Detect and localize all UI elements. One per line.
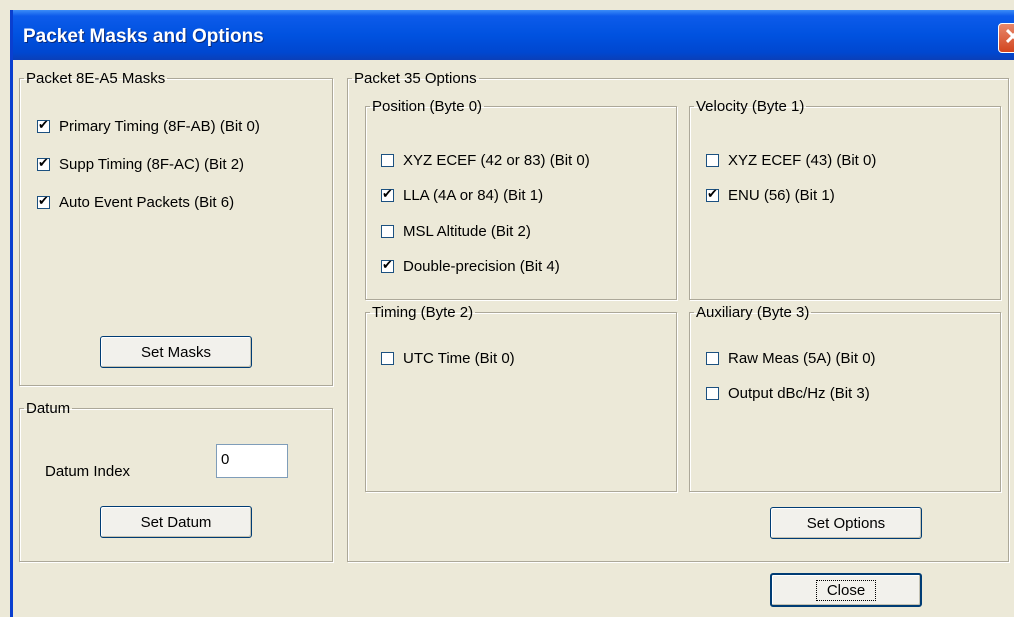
datum-index-label: Datum Index (45, 463, 131, 480)
checkbox-label: Double-precision (Bit 4) (403, 258, 560, 275)
close-button-label: Close (815, 579, 877, 601)
checkbox-box[interactable] (37, 155, 50, 171)
checkbox-label: Supp Timing (8F-AC) (Bit 2) (59, 156, 245, 173)
checkbox-box[interactable] (381, 352, 394, 365)
close-window-icon[interactable]: ✕ (998, 23, 1014, 53)
checkbox-label: Raw Meas (5A) (Bit 0) (728, 350, 876, 367)
checkbox-msl-altitude[interactable]: MSL Altitude (Bit 2) (381, 223, 531, 243)
checkbox-label: MSL Altitude (Bit 2) (403, 223, 531, 240)
auxiliary-group-legend: Auxiliary (Byte 3) (696, 304, 810, 321)
checkbox-primary-timing[interactable]: Primary Timing (8F-AB) (Bit 0) (37, 117, 260, 138)
checkbox-lla[interactable]: LLA (4A or 84) (Bit 1) (381, 186, 544, 207)
packet35-options-legend: Packet 35 Options (354, 70, 477, 87)
checkbox-label: XYZ ECEF (42 or 83) (Bit 0) (403, 152, 590, 169)
checkbox-box[interactable] (706, 387, 719, 400)
checkbox-double-precision[interactable]: Double-precision (Bit 4) (381, 257, 560, 278)
packet-masks-dialog: Packet Masks and Options ✕ Packet 8E-A5 … (10, 10, 1014, 617)
checkbox-auto-event-packets[interactable]: Auto Event Packets (Bit 6) (37, 193, 235, 214)
checkbox-output-dbc-hz[interactable]: Output dBc/Hz (Bit 3) (706, 385, 870, 405)
timing-group-legend: Timing (Byte 2) (372, 304, 474, 321)
position-group-legend: Position (Byte 0) (372, 98, 483, 115)
checkbox-label: XYZ ECEF (43) (Bit 0) (728, 152, 877, 169)
checkbox-label: LLA (4A or 84) (Bit 1) (403, 187, 544, 204)
set-options-button[interactable]: Set Options (770, 507, 922, 539)
velocity-group-legend: Velocity (Byte 1) (696, 98, 805, 115)
checkbox-label: ENU (56) (Bit 1) (728, 187, 835, 204)
checkbox-box[interactable] (706, 154, 719, 167)
checkbox-box[interactable] (706, 186, 719, 202)
set-masks-button[interactable]: Set Masks (100, 336, 252, 368)
checkbox-velocity-xyz-ecef[interactable]: XYZ ECEF (43) (Bit 0) (706, 152, 876, 172)
dialog-client-area: Packet 8E-A5 Masks Primary Timing (8F-AB… (13, 60, 1014, 617)
checkbox-utc-time[interactable]: UTC Time (Bit 0) (381, 350, 515, 370)
checkbox-box[interactable] (37, 193, 50, 209)
checkbox-box[interactable] (37, 117, 50, 133)
checkbox-box[interactable] (381, 186, 394, 202)
checkbox-xyz-ecef-42[interactable]: XYZ ECEF (42 or 83) (Bit 0) (381, 152, 590, 172)
set-datum-button[interactable]: Set Datum (100, 506, 252, 538)
checkbox-box[interactable] (381, 225, 394, 238)
checkbox-raw-meas[interactable]: Raw Meas (5A) (Bit 0) (706, 350, 876, 370)
datum-index-input[interactable]: 0 (216, 444, 288, 478)
window-title: Packet Masks and Options (23, 26, 264, 47)
masks-group-legend: Packet 8E-A5 Masks (26, 70, 166, 87)
checkbox-enu[interactable]: ENU (56) (Bit 1) (706, 186, 835, 207)
title-bar[interactable]: Packet Masks and Options ✕ (13, 10, 1014, 60)
checkbox-box[interactable] (381, 154, 394, 167)
checkbox-supp-timing[interactable]: Supp Timing (8F-AC) (Bit 2) (37, 155, 245, 176)
checkbox-label: Primary Timing (8F-AB) (Bit 0) (59, 118, 260, 135)
timing-group: Timing (Byte 2) (365, 304, 677, 492)
checkbox-label: Auto Event Packets (Bit 6) (59, 194, 235, 211)
datum-group-legend: Datum (26, 400, 71, 417)
checkbox-label: UTC Time (Bit 0) (403, 350, 515, 367)
checkbox-box[interactable] (381, 257, 394, 273)
checkbox-label: Output dBc/Hz (Bit 3) (728, 385, 870, 402)
close-button[interactable]: Close (770, 573, 922, 607)
checkbox-box[interactable] (706, 352, 719, 365)
